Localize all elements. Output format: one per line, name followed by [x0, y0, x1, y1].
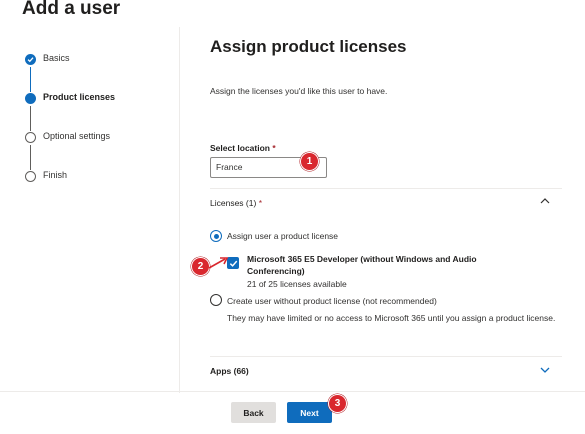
license-availability: 21 of 25 licenses available [247, 279, 347, 289]
next-button[interactable]: Next [287, 402, 332, 423]
step-connector [30, 145, 31, 170]
annotation-badge-3: 3 [328, 394, 347, 413]
step-label-product-licenses: Product licenses [43, 92, 116, 102]
step-label-optional-settings: Optional settings [43, 131, 111, 141]
required-mark: * [258, 198, 262, 208]
assign-license-label: Assign user a product license [227, 231, 339, 241]
required-mark: * [272, 143, 276, 153]
step-connector [30, 67, 32, 92]
page-title: Add a user [22, 0, 121, 19]
no-license-label: Create user without product license (not… [227, 296, 437, 306]
location-label: Select location * [210, 143, 276, 153]
wizard-steps: Basics Product licenses Optional setting… [22, 52, 172, 208]
current-step-icon [25, 93, 36, 104]
check-icon [25, 54, 36, 65]
step-basics[interactable]: Basics [22, 52, 172, 92]
pending-step-icon [25, 132, 36, 143]
no-license-radio[interactable] [210, 294, 222, 306]
section-title: Assign product licenses [210, 37, 407, 56]
license-name: Microsoft 365 E5 Developer (without Wind… [247, 254, 477, 276]
chevron-up-icon[interactable] [539, 195, 551, 207]
location-label-text: Select location [210, 143, 270, 153]
section-description: Assign the licenses you'd like this user… [210, 86, 388, 96]
annotation-badge-1: 1 [300, 152, 319, 171]
checkmark-icon [229, 260, 237, 267]
no-license-warning: They may have limited or no access to Mi… [227, 313, 556, 323]
step-label-finish: Finish [43, 170, 68, 180]
divider [210, 188, 562, 189]
divider [210, 356, 562, 357]
annotation-arrow-icon [208, 257, 229, 269]
apps-header[interactable]: Apps (66) [210, 366, 249, 376]
step-finish[interactable]: Finish [22, 169, 172, 208]
vertical-divider [179, 27, 180, 393]
step-label-basics: Basics [43, 53, 70, 63]
chevron-down-icon[interactable] [539, 364, 551, 376]
footer-divider [0, 391, 585, 392]
step-product-licenses[interactable]: Product licenses [22, 91, 172, 131]
assign-license-radio[interactable] [210, 230, 222, 242]
step-connector [30, 106, 31, 131]
licenses-header-text: Licenses (1) [210, 198, 257, 208]
step-optional-settings[interactable]: Optional settings [22, 130, 172, 170]
back-button[interactable]: Back [231, 402, 276, 423]
licenses-header[interactable]: Licenses (1) * [210, 198, 262, 208]
pending-step-icon [25, 171, 36, 182]
